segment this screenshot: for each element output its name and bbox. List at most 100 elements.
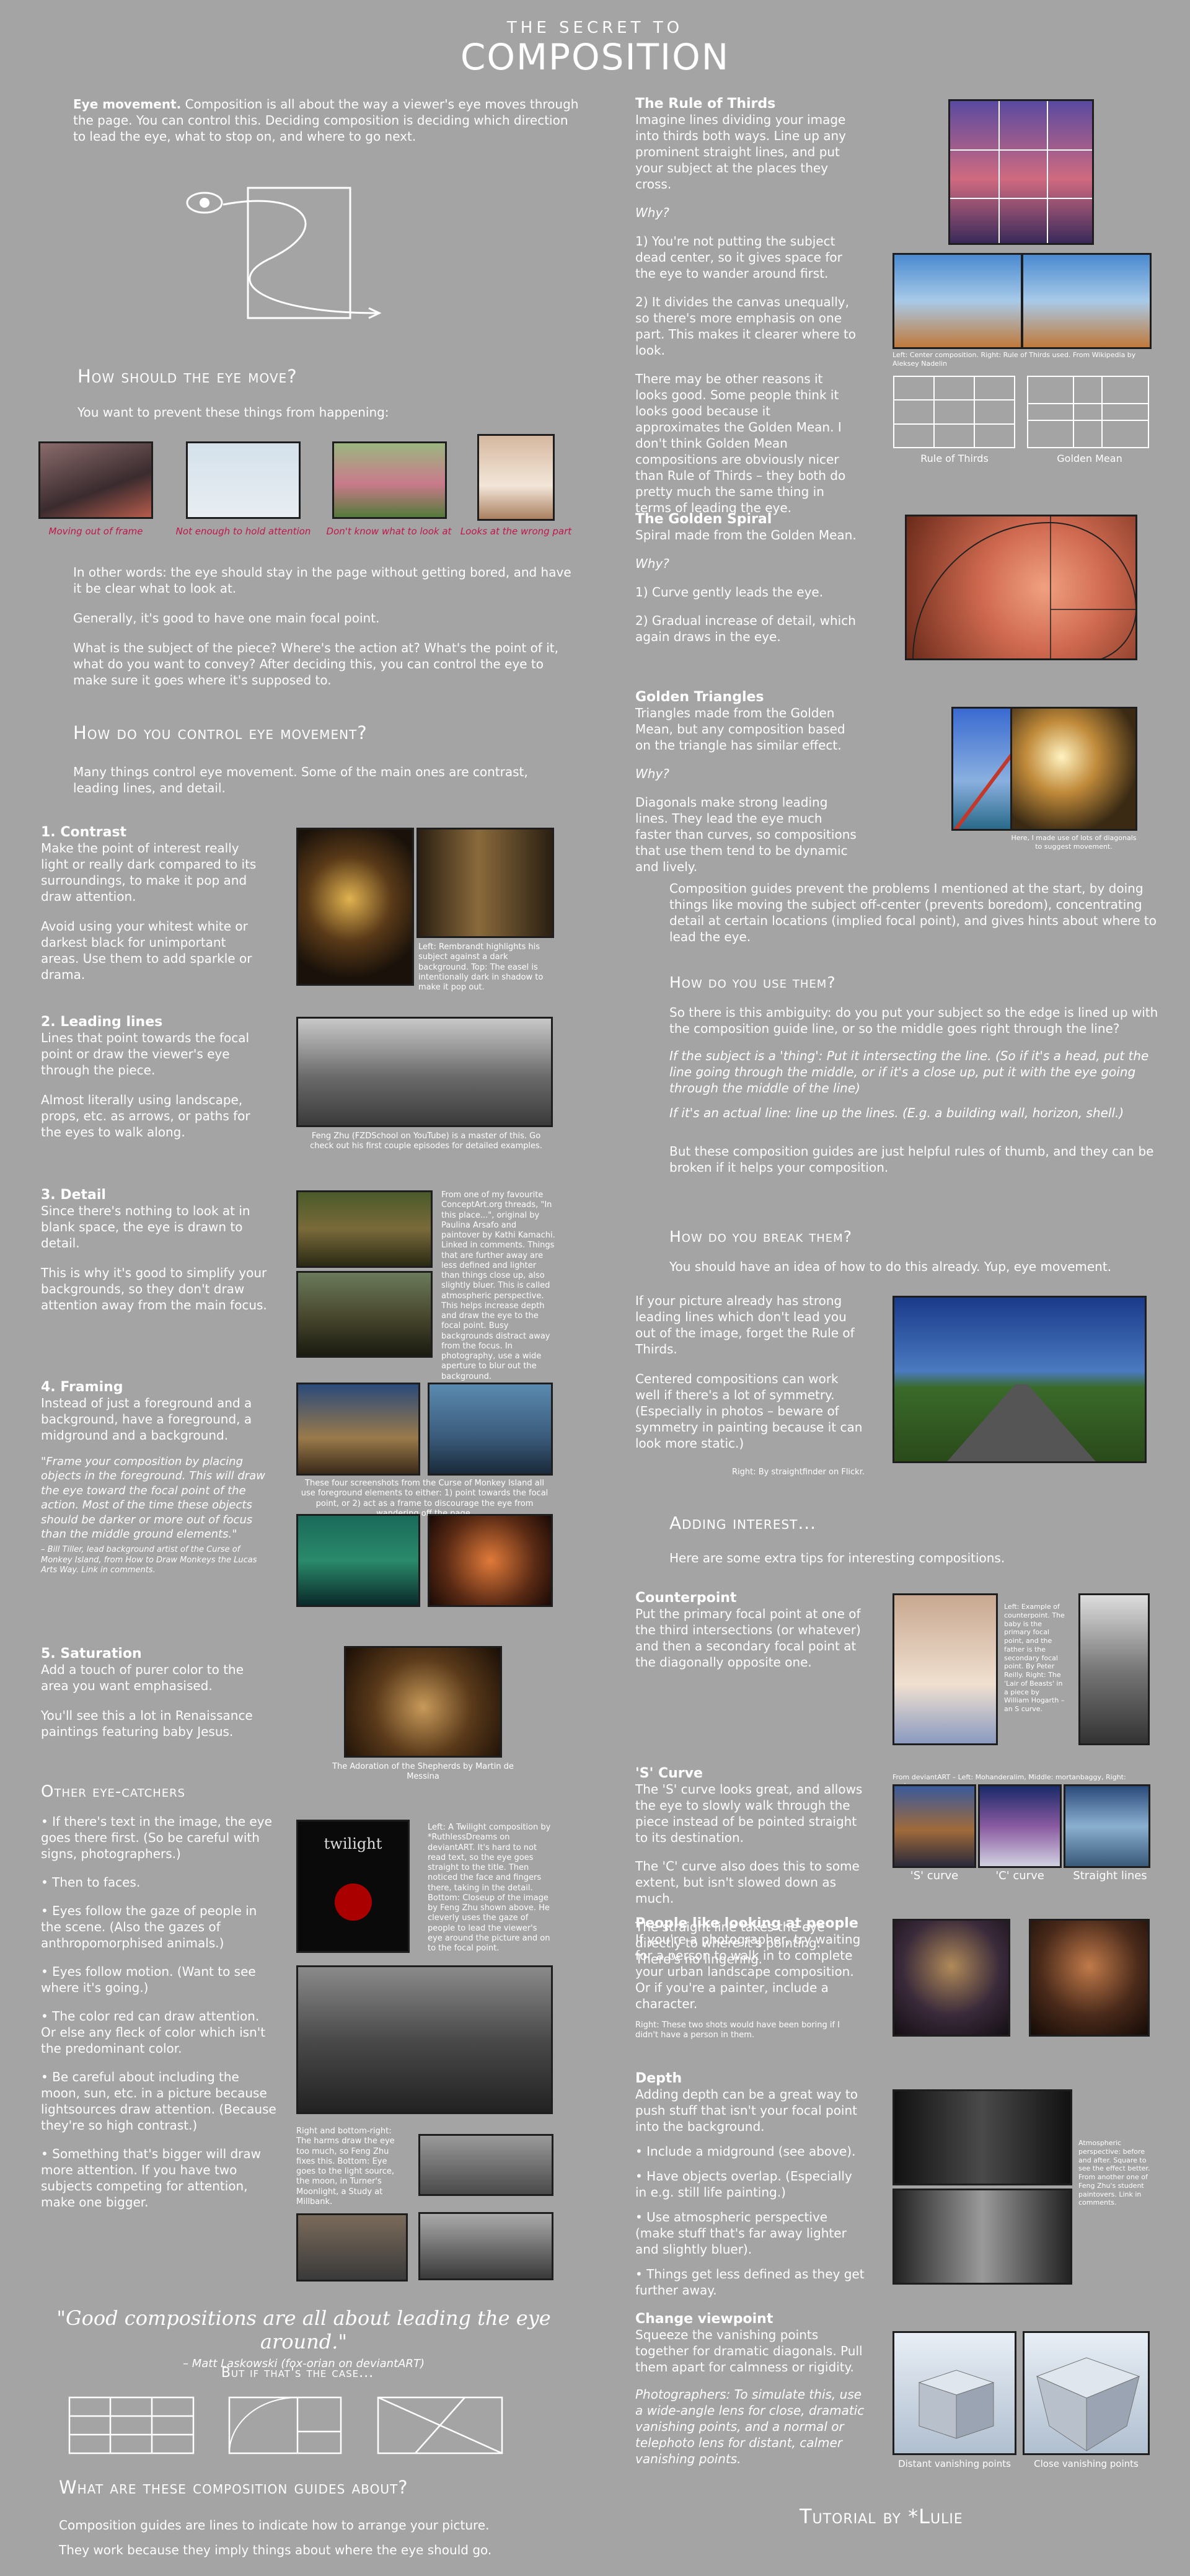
control-heading: How do you control eye movement? xyxy=(73,722,368,743)
guide-diagrams xyxy=(68,2396,503,2454)
framing-heading: 4. Framing xyxy=(41,1379,123,1395)
distant-label: Distant vanishing points xyxy=(898,2458,1011,2469)
other-item-5: • The color red can draw attention. Or e… xyxy=(41,2009,266,2056)
detail-caption: From one of my favourite ConceptArt.org … xyxy=(441,1190,555,1381)
depth-item-3: • Use atmospheric perspective (make stuf… xyxy=(635,2210,847,2257)
depth-caption: Atmospheric perspective: before and afte… xyxy=(1078,2139,1150,2207)
rose-image xyxy=(905,515,1137,660)
framing-attribution: – Bill Tiller, lead background artist of… xyxy=(41,1545,257,1575)
guides-p2: They work because they imply things abou… xyxy=(59,2543,492,2557)
other-caption-1: Left: A Twilight composition by *Ruthles… xyxy=(428,1823,551,1953)
thirds-why: Why? xyxy=(635,205,669,220)
eye-move-p3: What is the subject of the piece? Where'… xyxy=(73,640,558,688)
thumb-house xyxy=(332,441,447,519)
kicker: THE SECRET TO xyxy=(506,19,684,37)
intro-lead: Eye movement. xyxy=(73,97,182,112)
quote-text: "Good compositions are all about leading… xyxy=(56,2306,551,2353)
cube-distant xyxy=(892,2331,1016,2455)
easel-image xyxy=(416,828,554,938)
s-curve-label: 'S' curve xyxy=(910,1869,959,1882)
monkey-island-1 xyxy=(296,1383,420,1476)
scurve-heading: 'S' Curve xyxy=(635,1766,703,1781)
eye-move-p1: In other words: the eye should stay in t… xyxy=(73,565,571,596)
contrast-heading: 1. Contrast xyxy=(41,825,127,840)
c-curve-label: 'C' curve xyxy=(995,1869,1044,1882)
people-heading: People like looking at people xyxy=(635,1916,858,1931)
baby-image xyxy=(892,1593,998,1745)
use-heading: How do you use them? xyxy=(669,973,836,991)
feng-zhu-image xyxy=(296,1017,553,1127)
prevent-text: You want to prevent these things from ha… xyxy=(77,405,389,420)
scurve-p1: The 'S' curve looks great, and allows th… xyxy=(635,1782,863,1845)
page-title: COMPOSITION xyxy=(460,36,730,78)
depth-before xyxy=(892,2089,1072,2185)
framing-caption: These four screenshots from the Curse of… xyxy=(301,1479,549,1518)
rembrandt-image xyxy=(296,828,414,986)
road-image xyxy=(892,1296,1147,1463)
viewpoint-p2: Photographers: To simulate this, use a w… xyxy=(635,2387,865,2466)
depth-item-4: • Things get less defined as they get fu… xyxy=(635,2267,865,2298)
break-p3: Centered compositions can work well if t… xyxy=(635,1371,863,1451)
spiral-p3: 2) Gradual increase of detail, which aga… xyxy=(635,613,856,644)
depth-p1: Adding depth can be a great way to push … xyxy=(635,2087,858,2134)
depth-heading: Depth xyxy=(635,2071,682,2086)
framing-quote: "Frame your composition by placing objec… xyxy=(41,1455,265,1541)
detail-p2: This is why it's good to simplify your b… xyxy=(41,1265,267,1312)
detail-p1: Since there's nothing to look at in blan… xyxy=(41,1203,250,1250)
thirds-p3: 2) It divides the canvas unequally, so t… xyxy=(635,294,857,358)
depth-after xyxy=(892,2189,1072,2285)
label-wrong-part: Looks at the wrong part xyxy=(460,526,572,537)
desert-center xyxy=(892,253,1023,349)
other-caption-2: Right and bottom-right: The harms draw t… xyxy=(296,2127,395,2206)
leading-caption: Feng Zhu (FZDSchool on YouTube) is a mas… xyxy=(310,1131,542,1151)
detail-original xyxy=(296,1190,433,1268)
thirds-caption: Left: Center composition. Right: Rule of… xyxy=(892,351,1136,368)
leading-p1: Lines that point towards the focal point… xyxy=(41,1030,250,1078)
saturation-p1: Add a touch of purer color to the area y… xyxy=(41,1662,244,1693)
thirds-p1: Imagine lines dividing your image into t… xyxy=(635,112,847,192)
use-p4: But these composition guides are just he… xyxy=(669,1144,1154,1175)
c-curve-image xyxy=(978,1784,1062,1868)
label-not-enough: Not enough to hold attention xyxy=(175,526,311,537)
twilight-cover: twilight xyxy=(296,1820,410,1953)
triangles-p1: Triangles made from the Golden Mean, but… xyxy=(635,706,845,753)
depth-item-1: • Include a midground (see above). xyxy=(635,2144,856,2159)
spiral-why: Why? xyxy=(635,556,669,571)
counter-p1: Put the primary focal point at one of th… xyxy=(635,1606,861,1670)
leading-p2: Almost literally using landscape, props,… xyxy=(41,1092,250,1140)
people-p1: If you're a photographer, try waiting fo… xyxy=(635,1932,861,2011)
spiral-p2: 1) Curve gently leads the eye. xyxy=(635,585,824,600)
twilight-title: twilight xyxy=(324,1835,382,1852)
other-item-6: • Be careful about including the moon, s… xyxy=(41,2069,276,2133)
people-caption: Right: These two shots would have been b… xyxy=(635,2021,840,2040)
apple xyxy=(334,1883,372,1921)
desert-thirds xyxy=(1021,253,1152,349)
other-item-7: • Something that's bigger will draw more… xyxy=(41,2146,262,2210)
hogarth-image xyxy=(1078,1593,1150,1745)
triangles-p2: Diagonals make strong leading lines. The… xyxy=(635,795,857,874)
use-p2: If the subject is a 'thing': Put it inte… xyxy=(669,1048,1149,1095)
people-photo-2 xyxy=(1029,1919,1150,2037)
framing-p1: Instead of just a foreground and a backg… xyxy=(41,1396,252,1443)
arch-before xyxy=(418,2134,553,2196)
thirds-diagram xyxy=(893,376,1149,448)
counter-caption: Left: Example of counterpoint. The baby … xyxy=(1004,1603,1065,1713)
s-curve-image xyxy=(892,1784,976,1868)
thumb-plane xyxy=(186,441,301,519)
eye-move-p2: Generally, it's good to have one main fo… xyxy=(73,611,380,626)
intro: Eye movement. Composition is all about t… xyxy=(73,96,581,144)
contrast-caption: Left: Rembrandt highlights his subject a… xyxy=(418,942,544,992)
monkey-island-4 xyxy=(428,1514,553,1607)
adoration-image xyxy=(344,1646,502,1758)
control-text: Many things control eye movement. Some o… xyxy=(73,764,528,795)
straight-image xyxy=(1064,1784,1150,1868)
spiral-p1: Spiral made from the Golden Mean. xyxy=(635,528,857,542)
gaze-closeup xyxy=(296,1965,553,2114)
eye-path-diagram xyxy=(186,187,382,319)
thirds-heading: The Rule of Thirds xyxy=(635,96,776,112)
counter-heading: Counterpoint xyxy=(635,1590,737,1606)
interest-heading: Adding interest... xyxy=(669,1513,817,1533)
saturation-p2: You'll see this a lot in Renaissance pai… xyxy=(41,1708,253,1739)
detail-paintover xyxy=(296,1271,433,1358)
spiral-heading: The Golden Spiral xyxy=(635,511,772,527)
